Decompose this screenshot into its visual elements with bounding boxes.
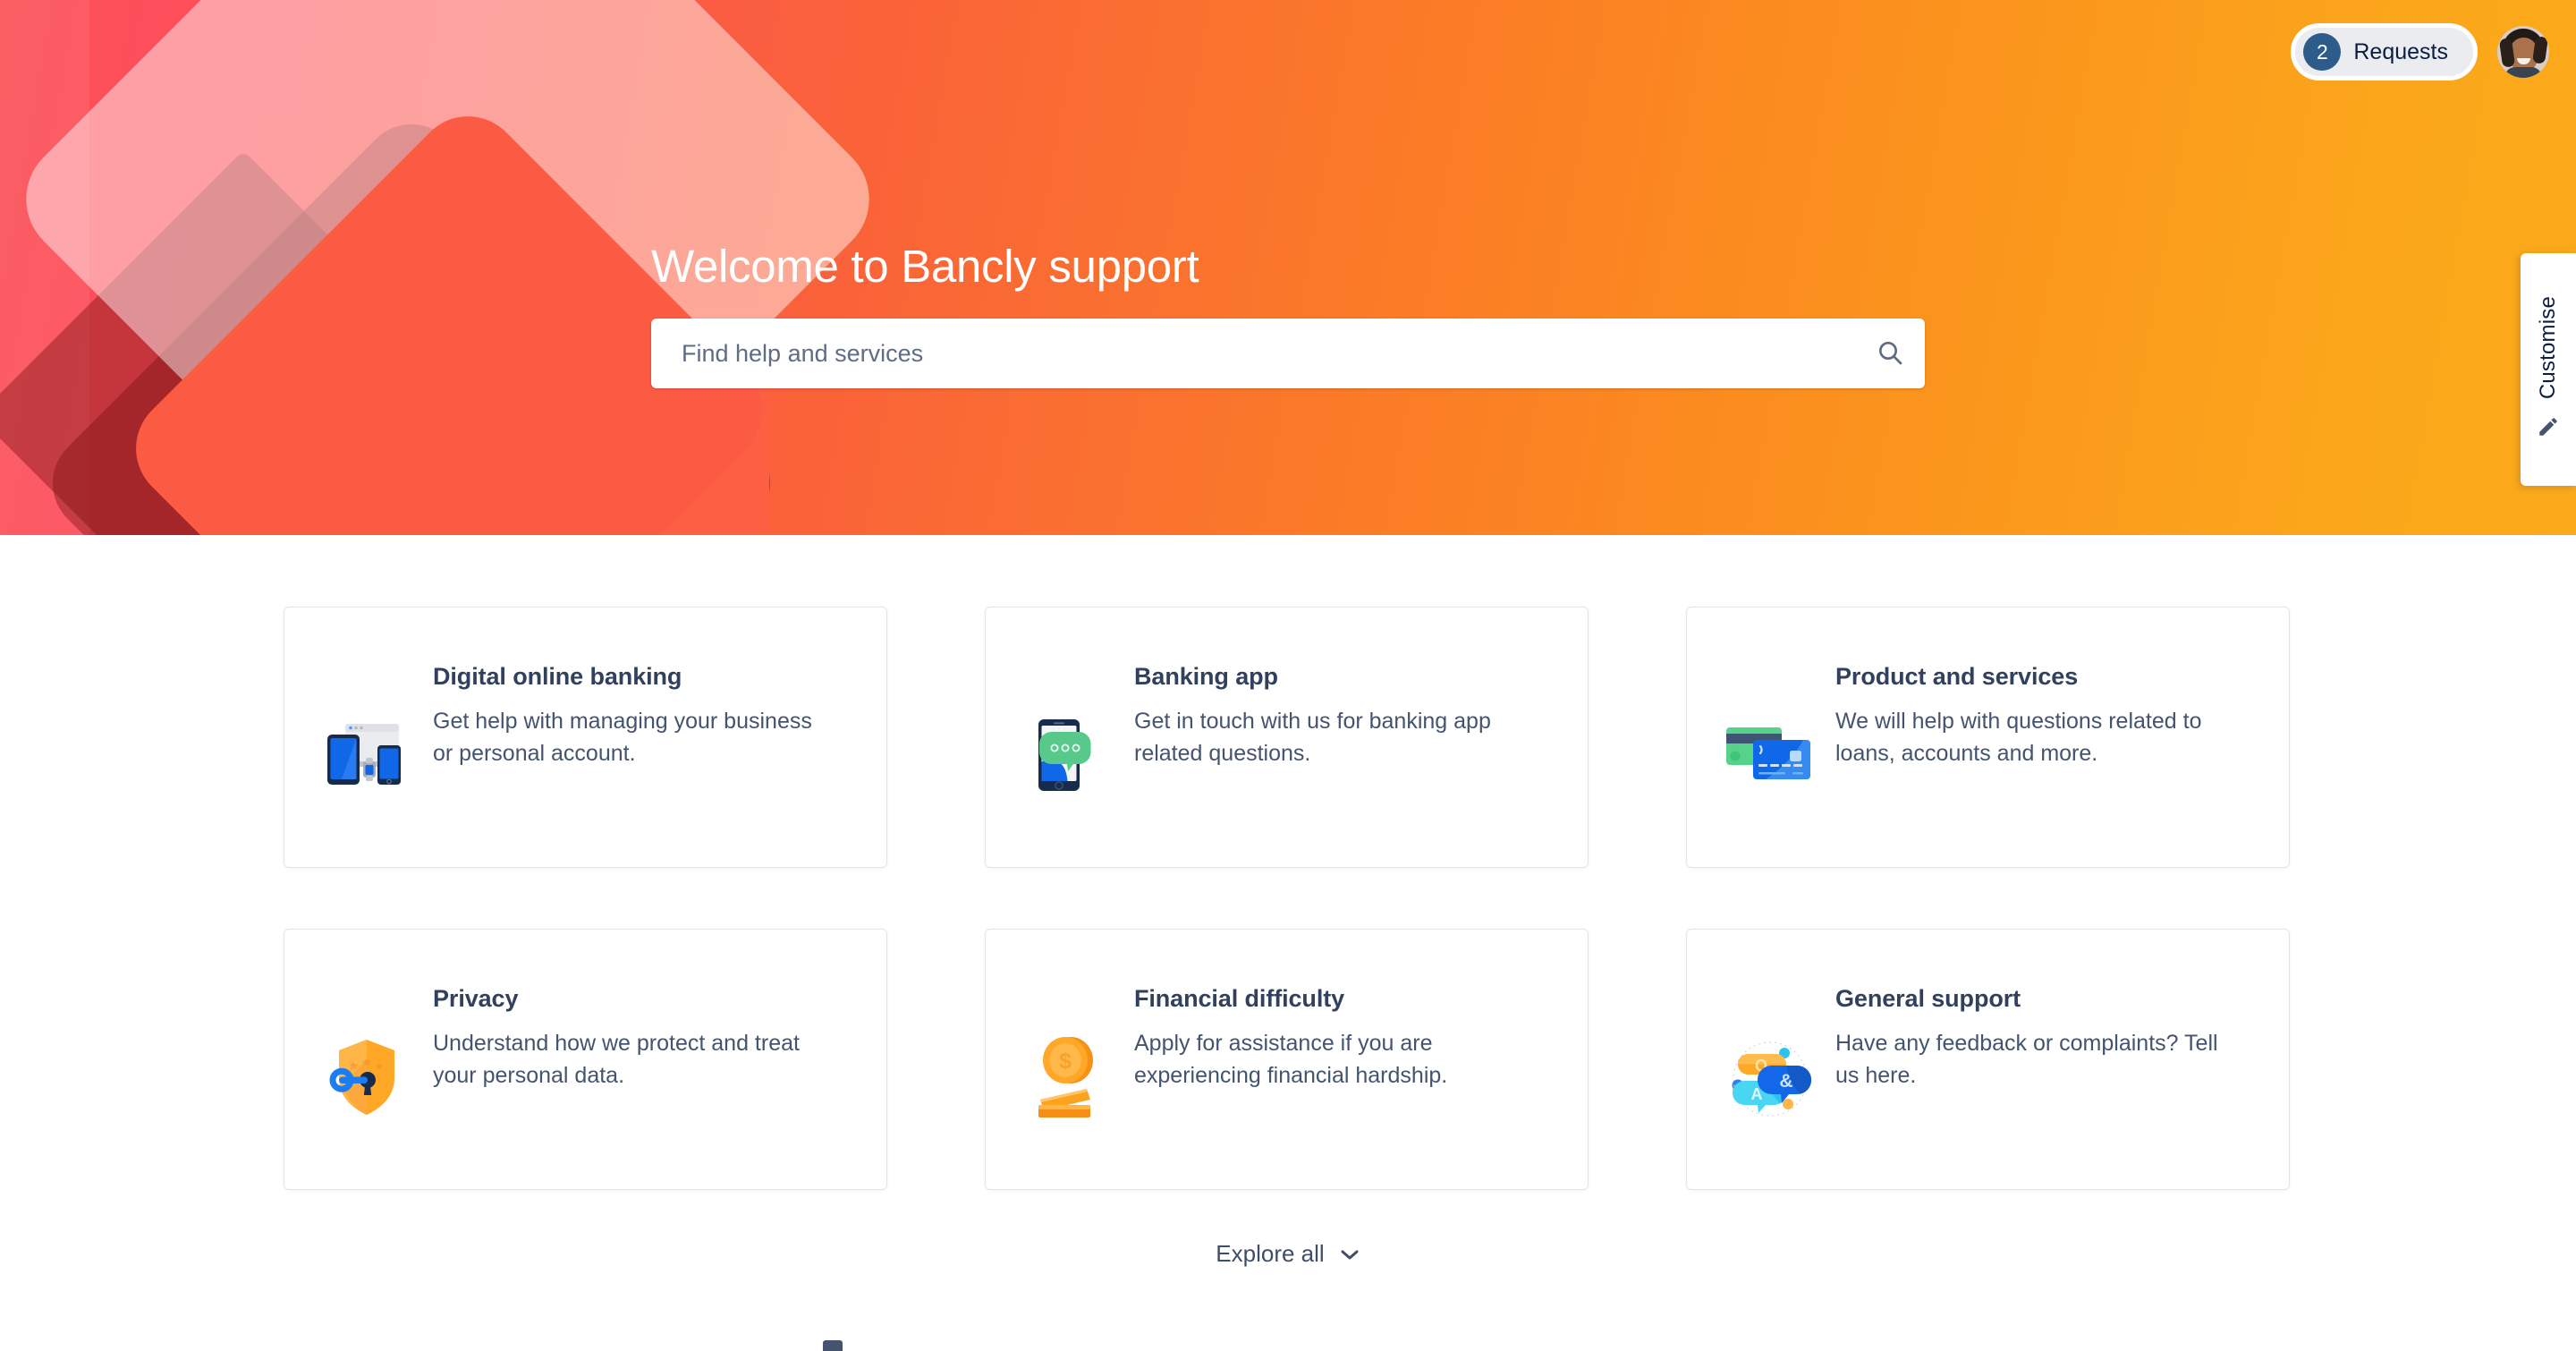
credit-cards-icon [1723,640,1816,835]
card-title: Digital online banking [433,663,682,690]
page-title: Welcome to Bancly support [651,241,1199,292]
card-description: We will help with questions related to l… [1835,709,2202,767]
card-title: Product and services [1835,663,2079,690]
card-description: Get in touch with us for banking app rel… [1134,709,1491,767]
search-button[interactable] [1855,319,1925,388]
avatar-hair-right [2531,36,2549,64]
categories-grid: Digital online banking Get help with man… [284,607,2292,1190]
card-body: Banking app Get in touch with us for ban… [1134,640,1537,835]
card-description: Have any feedback or complaints? Tell us… [1835,1031,2218,1089]
category-card-general-support[interactable]: Q A & General support Have any feedback … [1686,929,2290,1190]
card-body: Digital online banking Get help with man… [433,640,835,835]
card-body: Product and services We will help with q… [1835,640,2238,835]
hero-banner: Welcome to Bancly support 2 Requests [0,0,2576,535]
avatar[interactable] [2497,26,2549,78]
explore-all-row: Explore all [0,1240,2576,1268]
shield-key-icon [320,962,413,1157]
requests-count-badge: 2 [2303,33,2342,71]
card-description: Get help with managing your business or … [433,709,812,767]
card-title: Financial difficulty [1134,985,1345,1012]
category-card-financial-difficulty[interactable]: $ Financial difficulty Apply for assista… [985,929,1589,1190]
card-description: Apply for assistance if you are experien… [1134,1031,1448,1089]
top-navigation: 2 Requests [2291,23,2549,81]
requests-label: Requests [2353,38,2448,64]
requests-button[interactable]: 2 Requests [2291,23,2478,81]
search-box[interactable] [651,319,1925,388]
card-body: Privacy Understand how we protect and tr… [433,962,835,1157]
avatar-body [2504,67,2542,78]
mobile-chat-icon [1021,640,1114,835]
category-card-banking-app[interactable]: Banking app Get in touch with us for ban… [985,607,1589,868]
chevron-down-icon [1339,1240,1360,1268]
category-card-digital-online-banking[interactable]: Digital online banking Get help with man… [284,607,887,868]
hero-content: Welcome to Bancly support [651,243,1925,388]
card-title: General support [1835,985,2021,1012]
explore-all-button[interactable]: Explore all [1216,1240,1360,1268]
footer-partial-element [823,1340,843,1351]
card-title: Banking app [1134,663,1278,690]
svg-text:$: $ [1059,1049,1072,1074]
category-card-product-and-services[interactable]: Product and services We will help with q… [1686,607,2290,868]
devices-icon [320,640,413,835]
qa-bubbles-icon: Q A & [1723,962,1816,1157]
pencil-icon [2537,415,2560,443]
card-body: General support Have any feedback or com… [1835,962,2238,1157]
customise-tab[interactable]: Customise [2521,253,2576,486]
card-title: Privacy [433,985,519,1012]
card-body: Financial difficulty Apply for assistanc… [1134,962,1537,1157]
svg-text:&: & [1779,1071,1792,1092]
category-card-privacy[interactable]: Privacy Understand how we protect and tr… [284,929,887,1190]
categories-section: Digital online banking Get help with man… [0,535,2576,1268]
search-icon [1876,338,1904,370]
coin-stack-icon: $ [1021,962,1114,1157]
explore-all-label: Explore all [1216,1240,1325,1267]
customise-label: Customise [2536,295,2560,400]
card-description: Understand how we protect and treat your… [433,1031,800,1089]
search-input[interactable] [651,319,1855,388]
